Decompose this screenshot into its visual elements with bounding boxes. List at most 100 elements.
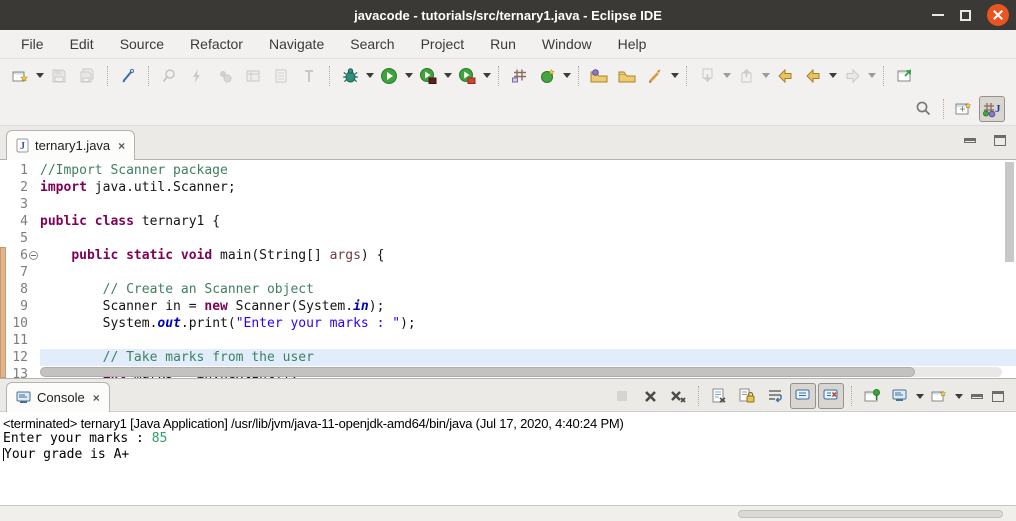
window-minimize-icon[interactable] [932, 14, 944, 16]
debug-dropdown-icon[interactable] [364, 63, 375, 89]
open-resource-button[interactable] [614, 63, 640, 89]
code-line-1[interactable]: 1 //Import Scanner package [0, 162, 1016, 179]
editor-tab-close-icon[interactable]: × [118, 139, 125, 153]
display-selected-console-button[interactable] [887, 383, 913, 409]
editor-tab-label: ternary1.java [35, 138, 111, 153]
code-line-8[interactable]: 8 // Create an Scanner object [0, 281, 1016, 298]
console-tab-label: Console [37, 390, 85, 405]
menu-navigate[interactable]: Navigate [256, 32, 337, 56]
back-dropdown-icon[interactable] [827, 63, 838, 89]
menu-refactor[interactable]: Refactor [177, 32, 256, 56]
window-close-icon[interactable] [987, 4, 1009, 26]
menu-file[interactable]: File [8, 32, 57, 56]
scroll-lock-button[interactable] [734, 383, 760, 409]
word-wrap-button[interactable] [762, 383, 788, 409]
window-title: javacode - tutorials/src/ternary1.java -… [354, 7, 662, 23]
run-dropdown-icon[interactable] [403, 63, 414, 89]
code-line-11[interactable]: 11 [0, 332, 1016, 349]
search-button[interactable] [910, 96, 936, 122]
open-perspective-button[interactable] [951, 96, 977, 122]
back-button[interactable] [800, 63, 826, 89]
remove-all-launches-button[interactable] [665, 383, 691, 409]
menu-help[interactable]: Help [605, 32, 660, 56]
editor-minimize-icon[interactable] [964, 138, 976, 143]
code-line-7[interactable]: 7 [0, 264, 1016, 281]
coverage-dropdown-icon[interactable] [442, 63, 453, 89]
profile-dropdown-icon[interactable] [481, 63, 492, 89]
window-maximize-icon[interactable] [960, 9, 971, 21]
clear-console-button[interactable] [706, 383, 732, 409]
toolbar-separator [698, 386, 699, 406]
profile-button[interactable] [454, 63, 480, 89]
open-console-button[interactable] [926, 383, 952, 409]
console-tab[interactable]: Console × [6, 382, 110, 412]
perspective-toolbar: J [0, 92, 1016, 126]
next-annotation-button [694, 63, 720, 89]
code-editor[interactable]: 1 //Import Scanner package 2 import java.ut… [0, 160, 1016, 378]
new-wizard-dropdown-icon[interactable] [34, 63, 45, 89]
code-line-10[interactable]: 10 System.out.print("Enter your marks : … [0, 315, 1016, 332]
display-console-dropdown-icon[interactable] [914, 383, 925, 409]
run-button[interactable] [376, 63, 402, 89]
menu-project[interactable]: Project [408, 32, 478, 56]
debug-button[interactable] [337, 63, 363, 89]
new-java-class-button[interactable] [534, 63, 560, 89]
pillar-button [296, 63, 322, 89]
java-perspective-button[interactable]: J [979, 95, 1005, 122]
coverage-button[interactable] [415, 63, 441, 89]
mark-occurrences-button[interactable] [115, 63, 141, 89]
line-number: 7 [20, 265, 28, 280]
menu-search[interactable]: Search [337, 32, 407, 56]
code-line-6[interactable]: 6 public static void main(String[] args)… [0, 247, 1016, 264]
pin-editor-button[interactable] [891, 63, 917, 89]
menu-window[interactable]: Window [529, 32, 605, 56]
save-all-button [74, 63, 100, 89]
new-java-class-dropdown-icon[interactable] [561, 63, 572, 89]
new-java-project-button[interactable] [506, 63, 532, 89]
code-line-2[interactable]: 2 import java.util.Scanner; [0, 179, 1016, 196]
code-line-4[interactable]: 4 public class ternary1 { [0, 213, 1016, 230]
code-lines: 1 //Import Scanner package 2 import java.ut… [0, 160, 1016, 378]
new-wizard-button[interactable] [7, 63, 33, 89]
main-toolbar [0, 59, 1016, 92]
show-stdout-toggle-button[interactable] [790, 383, 816, 409]
fold-collapse-icon[interactable] [29, 251, 38, 260]
menu-run[interactable]: Run [477, 32, 529, 56]
menu-edit[interactable]: Edit [57, 32, 107, 56]
console-view: Console × <terminated> ternary1 [Java Ap… [0, 378, 1016, 505]
toolbar-separator [578, 65, 579, 86]
code-line-12[interactable]: 12 // Take marks from the user [0, 349, 1016, 366]
console-minimize-icon[interactable] [971, 393, 983, 399]
toolbar-separator [107, 65, 108, 86]
toolbar-separator [686, 65, 687, 86]
editor-horizontal-scrollbar-thumb[interactable] [40, 367, 916, 377]
open-element-dropdown-icon[interactable] [669, 63, 680, 89]
menu-source[interactable]: Source [107, 32, 177, 56]
statusbar-scrollbar-thumb[interactable] [738, 510, 1003, 518]
open-task-button[interactable] [586, 63, 612, 89]
editor-tab-ternary1[interactable]: J ternary1.java × [6, 130, 136, 160]
forward-dropdown-icon [866, 63, 877, 89]
show-stderr-toggle-button[interactable] [818, 383, 844, 409]
line-number: 11 [12, 333, 28, 348]
editor-horizontal-scrollbar[interactable] [40, 367, 1002, 377]
open-console-dropdown-icon[interactable] [953, 383, 964, 409]
console-tab-close-icon[interactable]: × [93, 391, 100, 405]
code-line-5[interactable]: 5 [0, 230, 1016, 247]
titlebar: javacode - tutorials/src/ternary1.java -… [0, 0, 1016, 30]
console-maximize-icon[interactable] [992, 390, 1004, 402]
remove-launch-button[interactable] [637, 383, 663, 409]
code-line-9[interactable]: 9 Scanner in = new Scanner(System.in); [0, 298, 1016, 315]
pin-console-button[interactable] [859, 383, 885, 409]
toolbar-separator [329, 65, 330, 86]
console-output-area[interactable]: <terminated> ternary1 [Java Application]… [0, 412, 1016, 505]
code-text: //Import Scanner package [40, 163, 228, 178]
code-line-3[interactable]: 3 [0, 196, 1016, 213]
last-edit-location-button[interactable] [772, 63, 798, 89]
editor-vertical-scrollbar[interactable] [1005, 162, 1014, 262]
line-number: 5 [20, 231, 28, 246]
open-element-button[interactable] [642, 63, 668, 89]
editor-maximize-icon[interactable] [994, 135, 1006, 146]
